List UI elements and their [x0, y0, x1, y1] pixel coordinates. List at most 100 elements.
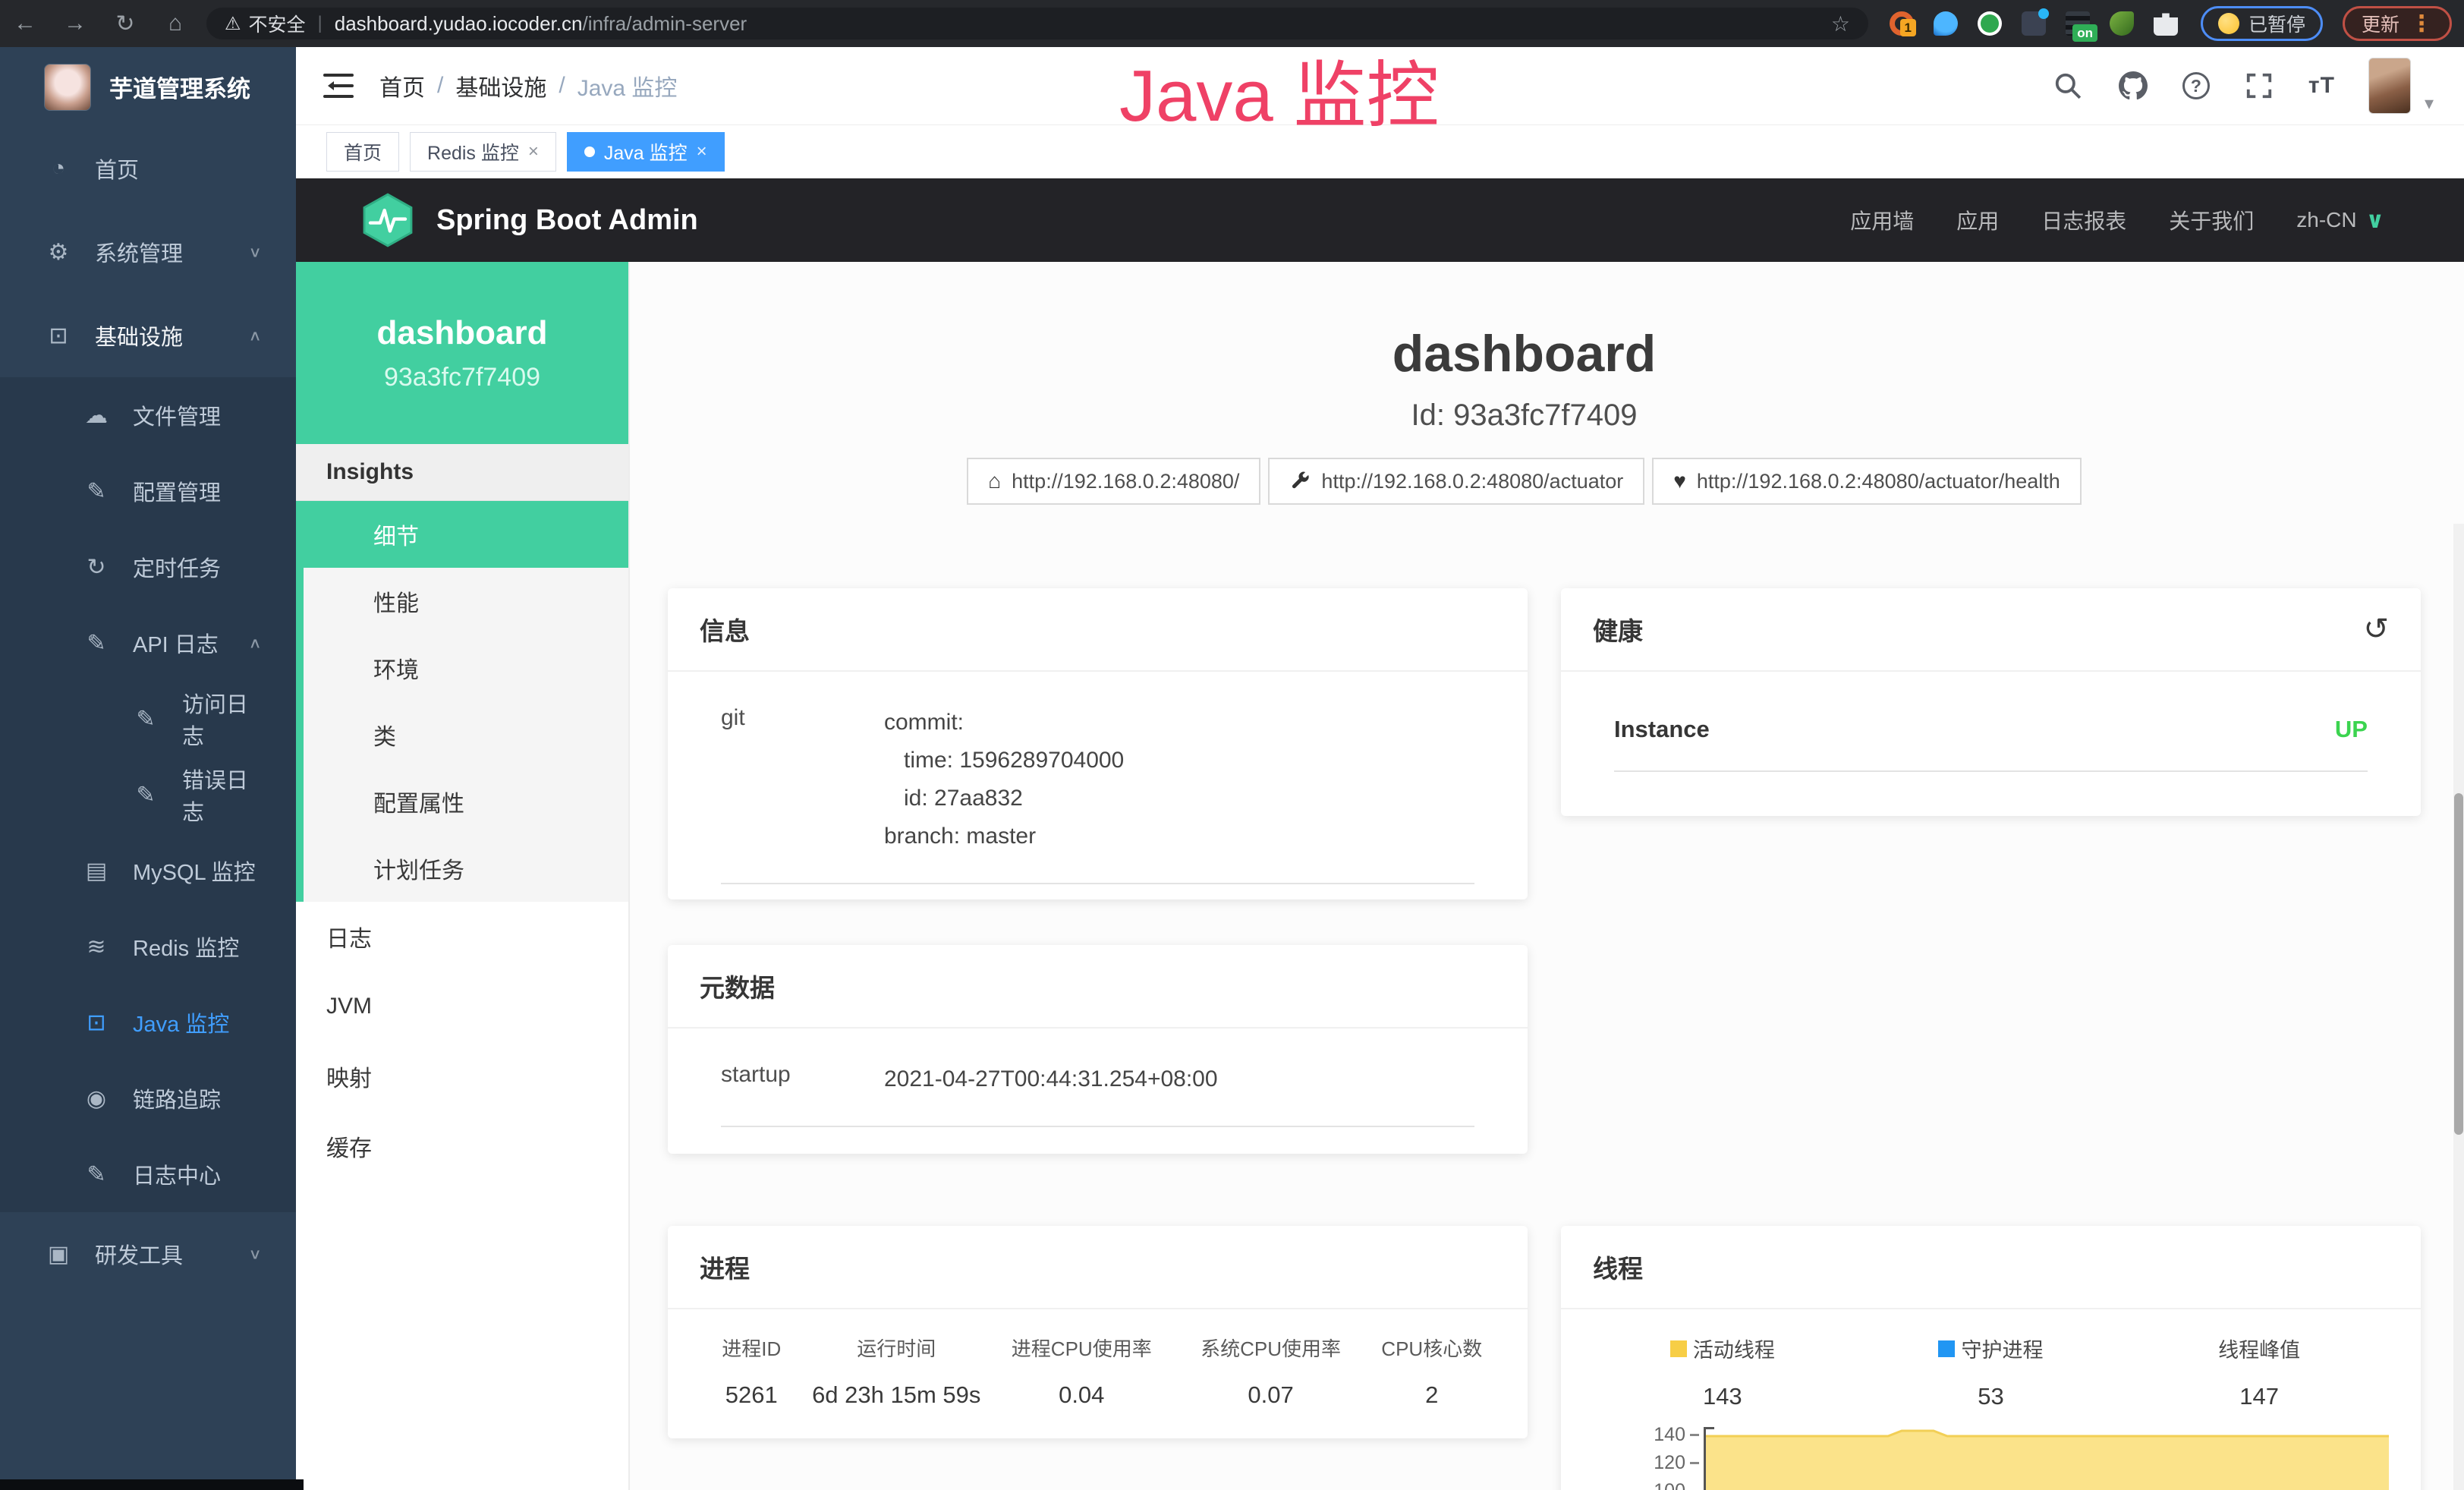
security-label[interactable]: 不安全 [249, 10, 306, 37]
forward-icon[interactable]: → [50, 11, 100, 36]
sba-item-logs[interactable]: 日志 [296, 902, 628, 972]
sidebar-item-label: 首页 [95, 153, 139, 184]
hamburger-icon[interactable] [323, 74, 354, 98]
monitor-icon: ⊡ [42, 323, 75, 349]
daemon-threads-value: 53 [1857, 1383, 2126, 1410]
health-url-chip[interactable]: ♥ http://192.168.0.2:48080/actuator/heal… [1652, 458, 2082, 505]
sidebar-item-config[interactable]: ✎ 配置管理 [0, 453, 296, 529]
lines-extension-icon[interactable]: on [2066, 11, 2090, 36]
breadcrumb-separator: / [559, 73, 565, 99]
home-icon[interactable]: ⌂ [150, 11, 200, 36]
sba-language-select[interactable]: zh-CN ∨ [2296, 207, 2384, 234]
sba-content: dashboard Id: 93a3fc7f7409 ⌂ http://192.… [630, 262, 2464, 1490]
sidebar-item-home[interactable]: ◔ 首页 [0, 127, 296, 210]
fullscreen-icon[interactable] [2243, 70, 2275, 102]
sba-language-value: zh-CN [2296, 208, 2356, 232]
edit-icon: ✎ [129, 782, 162, 808]
scrollbar[interactable] [2453, 524, 2464, 1490]
tab-redis[interactable]: Redis 监控 × [410, 132, 556, 172]
actuator-url-chip[interactable]: http://192.168.0.2:48080/actuator [1268, 458, 1644, 505]
info-git-row: git commit: time: 1596289704000 id: 27aa… [721, 704, 1474, 884]
browser-menu-icon[interactable]: ⋮ [2410, 11, 2433, 37]
reload-icon[interactable]: ↻ [100, 11, 150, 37]
extension-icon-1[interactable]: 1 [1890, 11, 1914, 36]
breadcrumb-separator: / [437, 73, 443, 99]
sba-item-scheduled-tasks[interactable]: 计划任务 [296, 835, 628, 902]
sba-link-journal[interactable]: 日志报表 [2041, 205, 2126, 235]
header-actions: ? тT ▾ [2052, 58, 2434, 115]
history-icon[interactable]: ↺ [2363, 612, 2389, 647]
puzzle-extension-icon[interactable] [2154, 11, 2178, 36]
home-icon: ⌂ [988, 469, 1001, 493]
address-bar[interactable]: ⚠ 不安全 | dashboard.yudao.iocoder.cn /infr… [206, 8, 1868, 39]
sba-item-details[interactable]: 细节 [296, 501, 628, 568]
sidebar-item-label: MySQL 监控 [133, 855, 256, 887]
leaf-extension-icon[interactable] [2110, 11, 2134, 36]
sidebar-item-error-log[interactable]: ✎ 错误日志 [0, 757, 296, 833]
sba-link-wall[interactable]: 应用墙 [1850, 205, 1914, 235]
sidebar-item-log-center[interactable]: ✎ 日志中心 [0, 1136, 296, 1212]
sidebar-item-dev-tools[interactable]: ▣ 研发工具 ∨ [0, 1212, 296, 1296]
bookmark-star-icon[interactable]: ☆ [1831, 11, 1850, 36]
sidebar-item-system[interactable]: ⚙ 系统管理 ∨ [0, 210, 296, 294]
app-logo-row[interactable]: 芋道管理系统 [0, 47, 296, 127]
pin-extension-icon[interactable] [1934, 11, 1958, 36]
sidebar-item-trace[interactable]: ◉ 链路追踪 [0, 1060, 296, 1136]
process-pid-value: 5261 [695, 1381, 808, 1409]
sba-item-performance[interactable]: 性能 [296, 568, 628, 635]
instance-header[interactable]: dashboard 93a3fc7f7409 [296, 262, 628, 444]
sidebar-item-jobs[interactable]: ↻ 定时任务 [0, 529, 296, 605]
sba-item-caches[interactable]: 缓存 [296, 1111, 628, 1181]
process-proc-cpu-value: 0.04 [985, 1381, 1179, 1409]
sidebar-item-infra[interactable]: ⊡ 基础设施 ∧ [0, 294, 296, 377]
green-extension-icon[interactable] [1978, 11, 2002, 36]
sba-brand-title[interactable]: Spring Boot Admin [436, 204, 698, 237]
sidebar-item-files[interactable]: ☁ 文件管理 [0, 377, 296, 453]
tab-java[interactable]: Java 监控 × [567, 132, 725, 172]
search-icon[interactable] [2052, 70, 2084, 102]
y-tick-140: 140 [1588, 1424, 1685, 1446]
sidebar-item-redis[interactable]: ≋ Redis 监控 [0, 909, 296, 984]
back-icon[interactable]: ← [0, 11, 50, 36]
help-icon[interactable]: ? [2182, 72, 2210, 99]
sba-section-insights[interactable]: Insights [296, 444, 628, 501]
git-commit-line: commit: [884, 704, 1124, 742]
user-avatar[interactable] [2368, 58, 2411, 114]
tab-home[interactable]: 首页 [326, 132, 399, 172]
info-card-title: 信息 [668, 588, 1528, 672]
sidebar-item-java[interactable]: ⊡ Java 监控 [0, 984, 296, 1060]
sidebar-item-access-log[interactable]: ✎ 访问日志 [0, 681, 296, 757]
scrollbar-thumb[interactable] [2454, 793, 2463, 1135]
edit-icon: ✎ [80, 478, 113, 505]
peak-threads-value: 147 [2125, 1383, 2393, 1410]
chevron-down-icon: ∨ [2366, 207, 2384, 234]
grid-extension-icon[interactable] [2022, 11, 2046, 36]
layers-icon: ≋ [80, 934, 113, 960]
service-url-chip[interactable]: ⌂ http://192.168.0.2:48080/ [967, 458, 1260, 505]
sidebar-item-mysql[interactable]: ▤ MySQL 监控 [0, 833, 296, 909]
sba-item-classes[interactable]: 类 [296, 701, 628, 768]
sba-item-jvm[interactable]: JVM [296, 972, 628, 1041]
close-icon[interactable]: × [697, 141, 707, 162]
github-icon[interactable] [2117, 70, 2149, 102]
sba-link-about[interactable]: 关于我们 [2169, 205, 2254, 235]
info-value: commit: time: 1596289704000 id: 27aa832 … [884, 704, 1124, 855]
breadcrumb-home[interactable]: 首页 [379, 69, 425, 102]
close-icon[interactable]: × [528, 141, 539, 162]
metadata-label: startup [721, 1060, 884, 1098]
text-size-icon[interactable]: тT [2308, 73, 2335, 99]
wrench-icon [1289, 471, 1311, 492]
extension-on-badge: on [2072, 24, 2097, 42]
sidebar-item-label: 系统管理 [95, 236, 183, 268]
update-button[interactable]: 更新 ⋮ [2343, 6, 2452, 41]
threads-card: 线程 活动线程 守护进程 线程峰值 [1561, 1226, 2421, 1490]
sba-item-environment[interactable]: 环境 [296, 635, 628, 701]
sba-item-config-props[interactable]: 配置属性 [296, 768, 628, 835]
sba-link-apps[interactable]: 应用 [1956, 205, 1999, 235]
breadcrumb: 首页 / 基础设施 / Java 监控 [379, 69, 677, 102]
paused-label: 已暂停 [2248, 10, 2305, 37]
sidebar-item-api-log[interactable]: ✎ API 日志 ∧ [0, 605, 296, 681]
paused-badge[interactable]: 已暂停 [2201, 6, 2323, 41]
sba-item-mappings[interactable]: 映射 [296, 1041, 628, 1111]
breadcrumb-infra[interactable]: 基础设施 [455, 69, 546, 102]
